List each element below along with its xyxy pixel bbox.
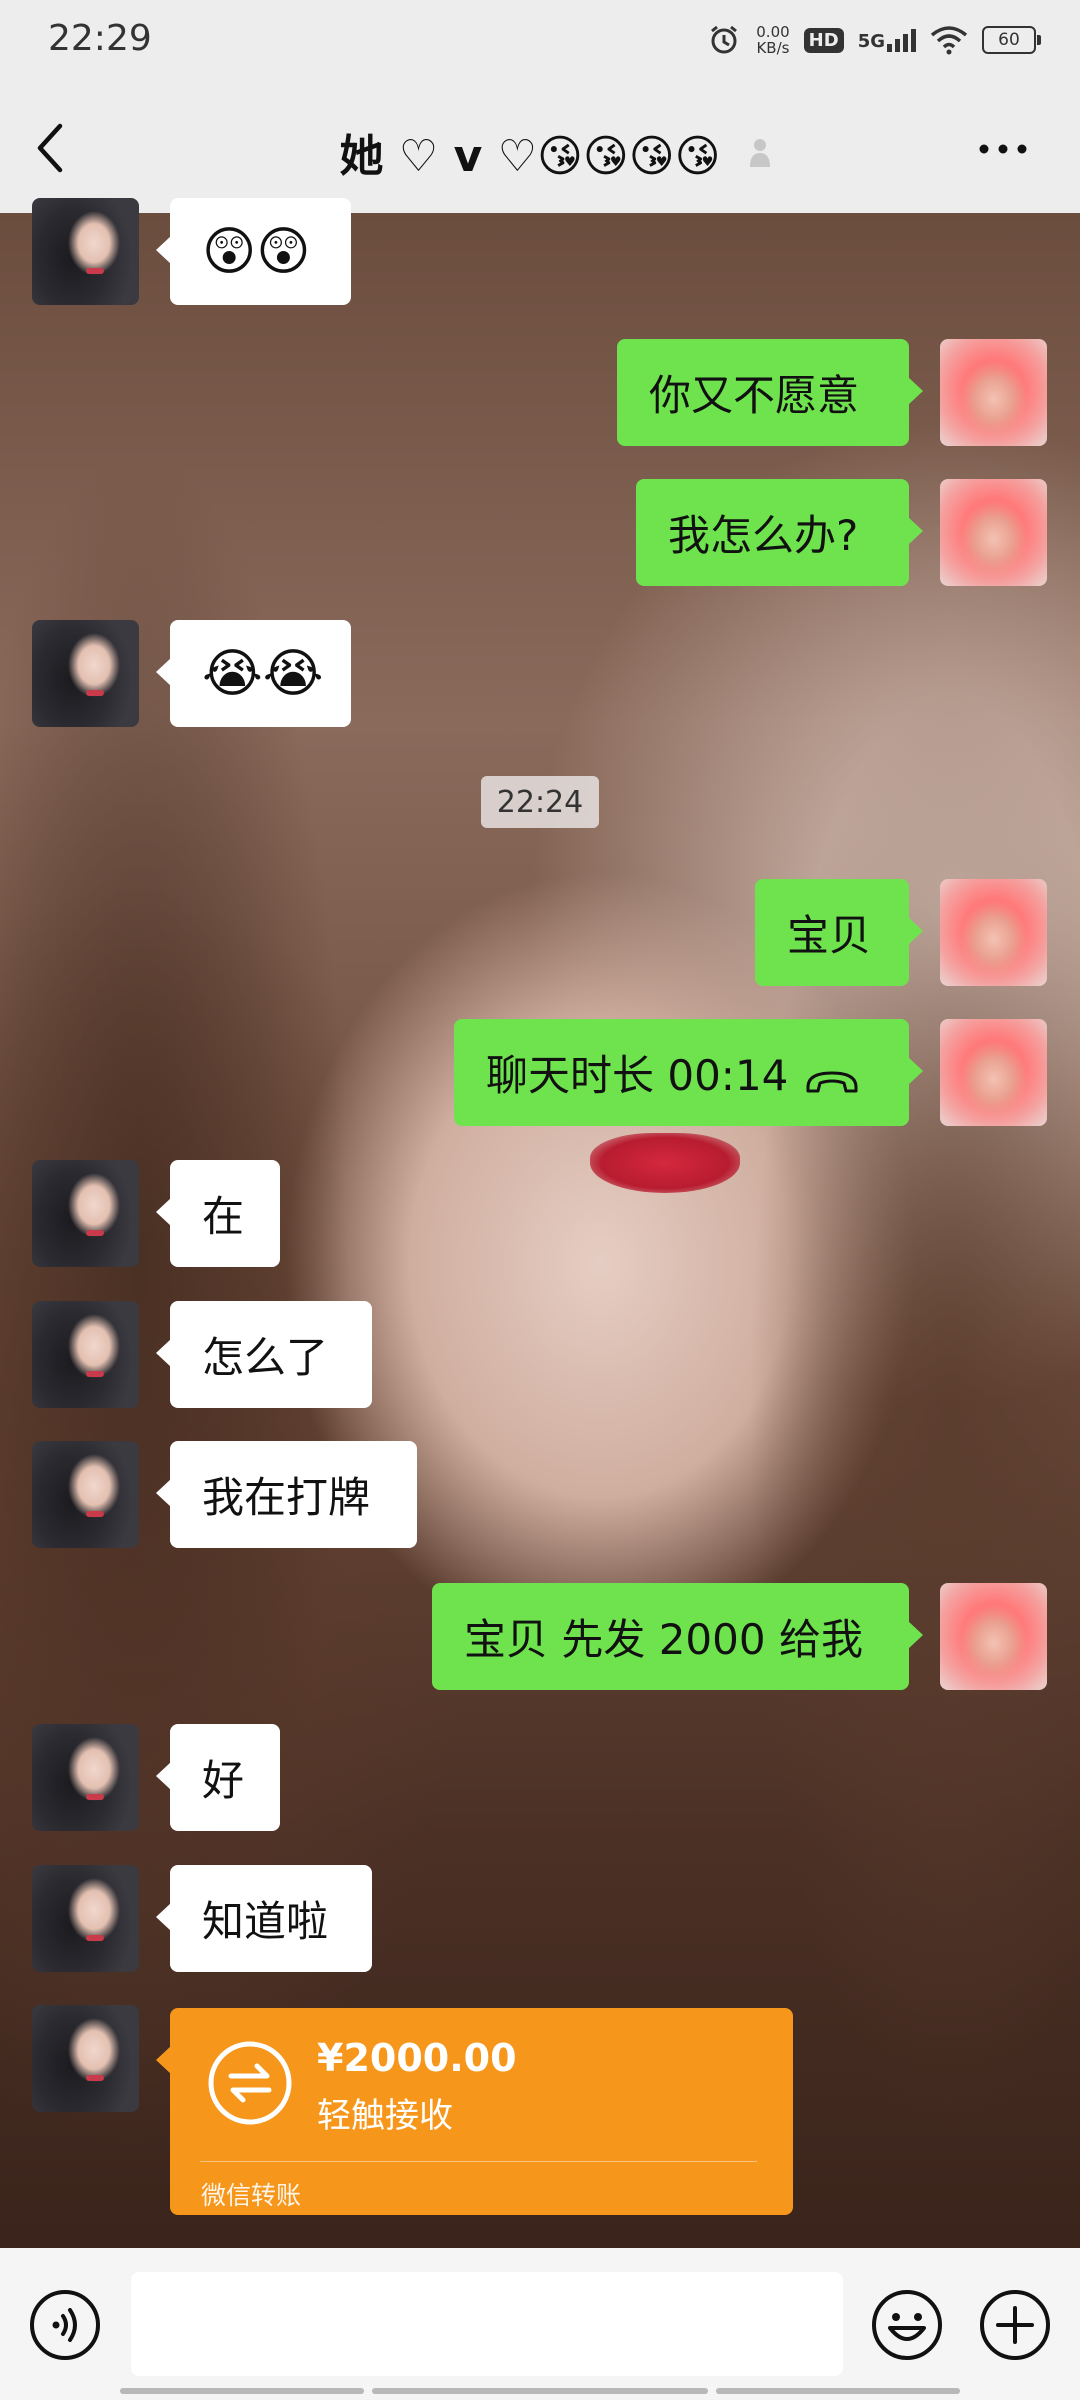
transfer-action: 轻触接收 — [317, 2096, 453, 2136]
scroll-indicator — [120, 2388, 364, 2394]
message-bubble-outgoing[interactable]: 我怎么办? — [636, 479, 923, 586]
contact-avatar[interactable] — [32, 1301, 139, 1408]
money-transfer-card[interactable]: ¥2000.00 轻触接收 微信转账 — [156, 2008, 793, 2215]
self-avatar[interactable] — [940, 339, 1047, 446]
contact-avatar[interactable] — [32, 1724, 139, 1831]
scroll-indicator — [716, 2388, 960, 2394]
message-text: 😲😲 — [202, 221, 311, 282]
emoji-icon[interactable] — [870, 2288, 944, 2362]
message-bubble-outgoing[interactable]: 宝贝 — [755, 879, 923, 986]
alarm-icon — [706, 22, 742, 58]
cellular-signal-icon: 5G — [857, 28, 916, 52]
contact-avatar[interactable] — [32, 620, 139, 727]
contact-avatar[interactable] — [32, 1441, 139, 1548]
self-avatar[interactable] — [940, 479, 1047, 586]
message-text: 知道啦 — [202, 1897, 329, 1946]
message-bubble-incoming[interactable]: 在 — [156, 1160, 280, 1267]
message-bubble-incoming[interactable]: 好 — [156, 1724, 280, 1831]
message-bubble-incoming[interactable]: 知道啦 — [156, 1865, 372, 1972]
message-text: 怎么了 — [202, 1333, 329, 1382]
contact-avatar[interactable] — [32, 1865, 139, 1972]
message-bubble-incoming[interactable]: 😲😲 — [156, 198, 351, 305]
hd-badge: HD — [803, 27, 844, 53]
scroll-indicator — [372, 2388, 708, 2394]
message-text-input[interactable] — [131, 2272, 843, 2376]
transfer-icon — [207, 2040, 293, 2126]
transfer-label: 微信转账 — [201, 2181, 302, 2210]
message-text: 宝贝 — [787, 911, 872, 960]
status-bar: 22:29 0.00 KB/s HD 5G 60 — [0, 0, 1080, 80]
self-avatar[interactable] — [940, 1019, 1047, 1126]
call-record-bubble[interactable]: 聊天时长 00:14 — [454, 1019, 923, 1126]
battery-icon: 60 — [982, 26, 1041, 54]
message-bubble-outgoing[interactable]: 宝贝 先发 2000 给我 — [432, 1583, 923, 1690]
message-text: 聊天时长 00:14 — [486, 1051, 789, 1100]
message-bubble-incoming[interactable]: 怎么了 — [156, 1301, 372, 1408]
divider — [200, 2161, 757, 2162]
message-text: 好 — [202, 1756, 245, 1805]
voice-input-icon[interactable] — [28, 2288, 102, 2362]
transfer-amount: ¥2000.00 — [317, 2036, 517, 2080]
more-options-icon[interactable] — [978, 140, 1028, 160]
network-speed-unit: KB/s — [756, 39, 790, 57]
contact-avatar[interactable] — [32, 1160, 139, 1267]
contact-avatar[interactable] — [32, 198, 139, 305]
wifi-icon — [930, 25, 968, 55]
self-avatar[interactable] — [940, 1583, 1047, 1690]
add-attachment-icon[interactable] — [978, 2288, 1052, 2362]
message-text: 我在打牌 — [202, 1473, 371, 1522]
message-bubble-outgoing[interactable]: 你又不愿意 — [617, 339, 923, 446]
message-text: 你又不愿意 — [649, 371, 860, 420]
phone-hangup-icon — [804, 1058, 860, 1092]
message-text: 宝贝 先发 2000 给我 — [464, 1615, 863, 1664]
network-type: 5G — [857, 30, 885, 52]
chat-header: 她 ♡ v ♡😘😘😘😘 — [0, 80, 1080, 213]
message-text: 我怎么办? — [668, 511, 859, 560]
status-time: 22:29 — [48, 18, 152, 59]
network-speed-value: 0.00 — [756, 23, 790, 41]
person-icon — [748, 135, 776, 169]
message-text: 😭😭 — [202, 643, 324, 704]
message-bubble-incoming[interactable]: 😭😭 — [156, 620, 351, 727]
message-bubble-incoming[interactable]: 我在打牌 — [156, 1441, 417, 1548]
network-speed: 0.00 KB/s — [756, 24, 789, 56]
self-avatar[interactable] — [940, 879, 1047, 986]
message-input-bar — [0, 2248, 1080, 2400]
chat-title: 她 ♡ v ♡😘😘😘😘 — [339, 131, 721, 182]
chat-timestamp: 22:24 — [481, 776, 599, 828]
battery-level: 60 — [998, 30, 1020, 50]
message-text: 在 — [202, 1192, 245, 1241]
contact-avatar[interactable] — [32, 2005, 139, 2112]
